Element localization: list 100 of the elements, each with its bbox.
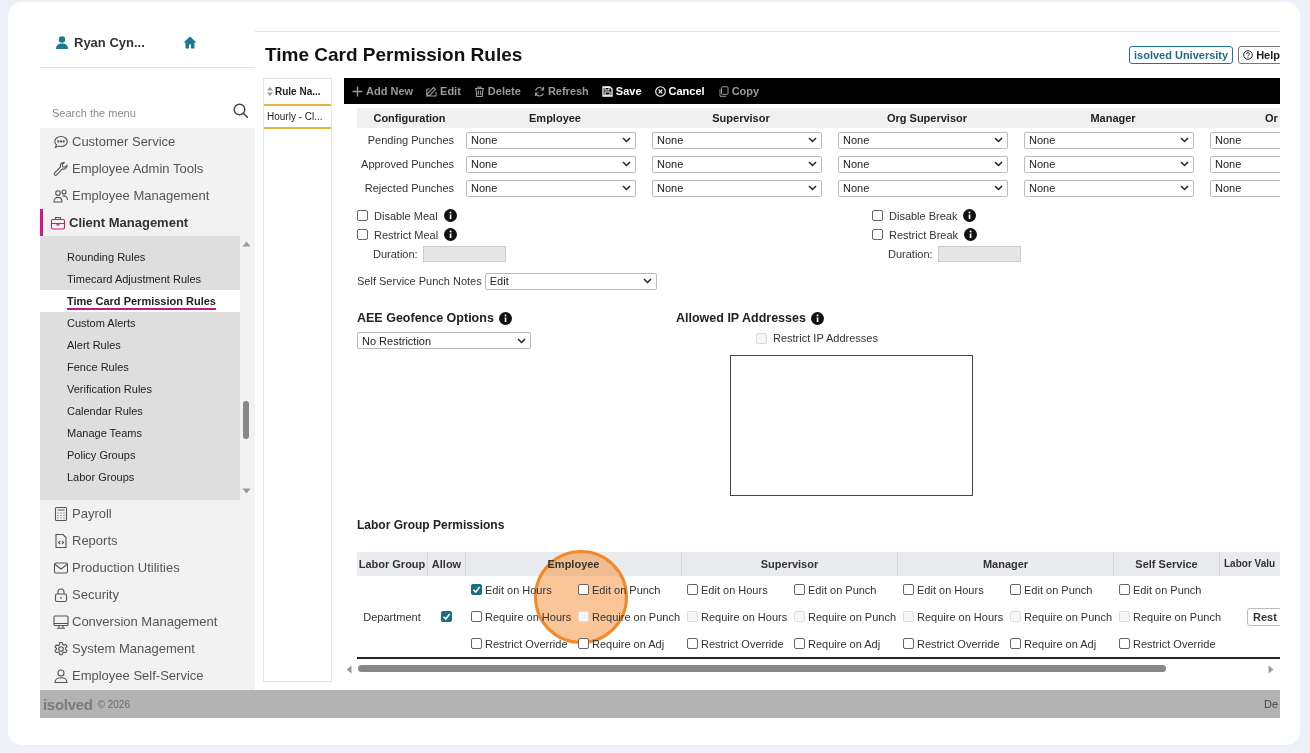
checkbox[interactable]: [903, 584, 914, 595]
checkbox-label: Require on Hours: [701, 610, 788, 623]
select-field[interactable]: None: [1210, 131, 1280, 149]
chevron-icon: [994, 137, 1003, 143]
nav-item[interactable]: Employee Management: [40, 182, 255, 209]
people-icon: [53, 187, 69, 204]
checkbox-label: Edit on Punch: [592, 583, 661, 596]
select-field[interactable]: None: [652, 155, 822, 173]
submenu-item[interactable]: Rounding Rules: [40, 246, 240, 268]
duration-field[interactable]: [422, 246, 506, 262]
nav-item[interactable]: Conversion Management: [40, 608, 255, 635]
chat-icon: [53, 133, 69, 150]
select-field[interactable]: None: [1210, 179, 1280, 197]
chevron-icon: [622, 185, 631, 191]
select-field[interactable]: None: [652, 131, 822, 149]
submenu-item[interactable]: Custom Alerts: [40, 312, 240, 334]
home-icon[interactable]: [182, 36, 197, 49]
rule-row[interactable]: Hourly - Cl...: [264, 106, 331, 129]
column-header: Employee: [462, 108, 648, 128]
lock-icon: [53, 586, 69, 603]
checkbox[interactable]: [471, 611, 482, 622]
nav-item[interactable]: Employee Self-Service: [40, 662, 255, 689]
checkbox[interactable]: [903, 638, 914, 649]
submenu-item[interactable]: Fence Rules: [40, 356, 240, 378]
nav-item[interactable]: Reports: [40, 527, 255, 554]
select-field[interactable]: None: [838, 155, 1008, 173]
checkbox-label: Edit on Punch: [1024, 583, 1093, 596]
checkbox-label: Require on Punch: [592, 610, 681, 623]
duration-field[interactable]: [937, 246, 1021, 262]
nav-item[interactable]: System Management: [40, 635, 255, 662]
checkbox-label: Restrict IP Addresses: [773, 332, 878, 344]
select-field[interactable]: None: [1024, 131, 1194, 149]
checkbox-label: Require on Adj: [592, 637, 665, 650]
nav-item[interactable]: Security: [40, 581, 255, 608]
select-field[interactable]: None: [466, 155, 636, 173]
submenu-item[interactable]: Policy Groups: [40, 444, 240, 466]
column-header: Allow: [431, 558, 462, 570]
checkbox-label: Require on Punch: [1133, 610, 1222, 623]
info-icon: [810, 311, 824, 325]
checkbox[interactable]: [1010, 638, 1021, 649]
checkbox[interactable]: [1119, 638, 1130, 649]
university-link-button[interactable]: isolved University: [1129, 46, 1234, 64]
info-icon: [498, 311, 512, 325]
select-field[interactable]: Edit: [484, 272, 657, 290]
select-field[interactable]: None: [838, 131, 1008, 149]
submenu-item[interactable]: Timecard Adjustment Rules: [40, 268, 240, 290]
checkbox[interactable]: [471, 584, 482, 595]
checkbox[interactable]: [687, 584, 698, 595]
select-field[interactable]: None: [1210, 155, 1280, 173]
nav-item[interactable]: Payroll: [40, 500, 255, 527]
checkbox[interactable]: [872, 229, 883, 240]
row-label: Pending Punches: [366, 133, 455, 148]
scrollbar-thumb[interactable]: [358, 665, 1166, 672]
chevron-icon: [517, 337, 526, 344]
checkbox-label: Edit on Punch: [1133, 583, 1202, 596]
submenu-item[interactable]: Calendar Rules: [40, 400, 240, 422]
checkbox[interactable]: [1119, 584, 1130, 595]
toolbar-button[interactable]: Cancel: [654, 85, 705, 97]
checkbox[interactable]: [872, 210, 883, 221]
chevron-icon: [1180, 161, 1189, 167]
select-field[interactable]: None: [1024, 155, 1194, 173]
column-header: Manager: [1020, 108, 1206, 128]
submenu-item[interactable]: Alert Rules: [40, 334, 240, 356]
checkbox[interactable]: [578, 584, 589, 595]
gear-icon: [53, 640, 69, 657]
column-header: Or: [1206, 108, 1280, 128]
checkbox[interactable]: [794, 584, 805, 595]
submenu-item[interactable]: Time Card Permission Rules: [40, 290, 240, 312]
checkbox[interactable]: [1010, 584, 1021, 595]
ip-address-box[interactable]: [730, 355, 973, 496]
nav-item[interactable]: Production Utilities: [40, 554, 255, 581]
select-field[interactable]: None: [652, 179, 822, 197]
checkbox[interactable]: [357, 210, 368, 221]
search-field[interactable]: Search the menu: [40, 68, 255, 128]
submenu-item[interactable]: Labor Groups: [40, 466, 240, 488]
checkbox[interactable]: [794, 638, 805, 649]
nav-item[interactable]: Employee Admin Tools: [40, 155, 255, 182]
column-header[interactable]: Rule Na...: [264, 79, 331, 106]
submenu-item[interactable]: Manage Teams: [40, 422, 240, 444]
section-title: Labor Group Permissions: [357, 518, 506, 534]
checkbox[interactable]: [440, 611, 452, 622]
submenu-item[interactable]: Verification Rules: [40, 378, 240, 400]
checkbox[interactable]: [357, 229, 368, 240]
labor-value-button[interactable]: Rest: [1247, 607, 1280, 626]
select-field[interactable]: None: [466, 179, 636, 197]
help-button[interactable]: Help: [1238, 46, 1280, 64]
scrollbar-thumb[interactable]: [243, 401, 249, 439]
user-name[interactable]: Ryan Cyn...: [74, 35, 145, 50]
copy-icon: [717, 85, 729, 97]
toolbar-button[interactable]: Save: [601, 85, 642, 97]
nav-item[interactable]: Customer Service: [40, 128, 255, 155]
select-field[interactable]: None: [838, 179, 1008, 197]
checkbox[interactable]: [471, 638, 482, 649]
select-field[interactable]: No Restriction: [357, 332, 531, 349]
chevron-icon: [994, 185, 1003, 191]
checkbox[interactable]: [578, 638, 589, 649]
select-field[interactable]: None: [466, 131, 636, 149]
checkbox[interactable]: [687, 638, 698, 649]
table-cell-text: Department: [362, 609, 422, 625]
select-field[interactable]: None: [1024, 179, 1194, 197]
